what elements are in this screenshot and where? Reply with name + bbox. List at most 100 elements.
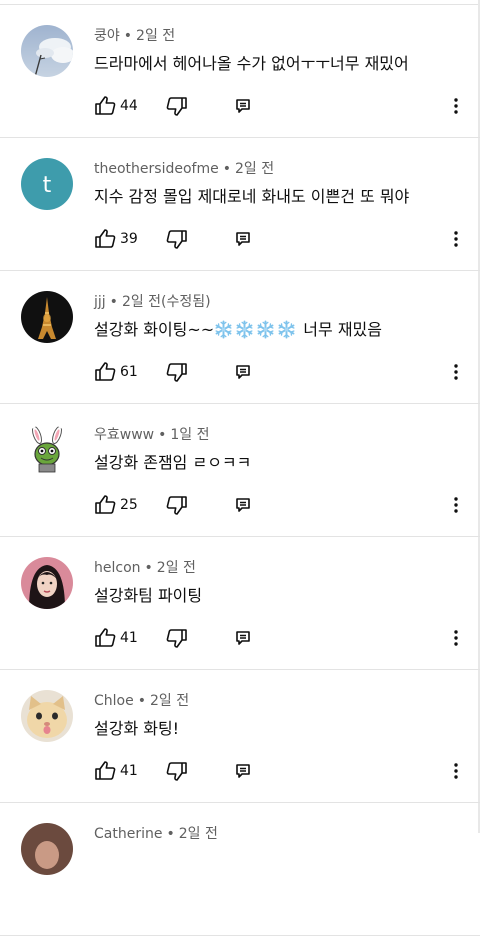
avatar[interactable] (21, 291, 73, 343)
reply-button[interactable] (234, 229, 252, 249)
thumbs-up-icon (95, 96, 116, 115)
comment-actions: 61 (94, 362, 464, 382)
comment-time: 1일 전 (170, 427, 210, 443)
like-button[interactable] (94, 495, 116, 515)
comment-actions: 41 (94, 628, 464, 648)
separator-dot: • (109, 294, 118, 310)
comment-list: 쿵야•2일 전 드라마에서 헤어나올 수가 없어ㅜㅜ너무 재밌어 44 t (0, 5, 480, 936)
like-button[interactable] (94, 362, 116, 382)
thumbs-up-icon (95, 362, 116, 381)
comment-author[interactable]: 쿵야 (94, 28, 120, 44)
comment-text-end: 너무 재밌음 (298, 320, 382, 339)
avatar[interactable]: t (21, 158, 73, 210)
comment-item: Catherine • 2일 전 (0, 803, 480, 936)
avatar[interactable] (21, 823, 73, 875)
comment-item: helcon • 2일 전 설강화팀 파이팅 41 (0, 537, 480, 670)
reply-button[interactable] (234, 628, 252, 648)
comment-text: 설강화 존잼임 ㄹㅇㅋㅋ (94, 453, 252, 472)
dislike-button[interactable] (166, 495, 188, 515)
like-button[interactable] (94, 229, 116, 249)
comment-meta: 우효www • 1일 전 (94, 424, 210, 444)
comment-time: 2일 전 (234, 161, 275, 177)
snowflake-emoji-icon (257, 320, 274, 339)
dislike-button[interactable] (166, 628, 188, 648)
comment-meta: Catherine • 2일 전 (94, 823, 218, 843)
reply-comment-icon (236, 365, 250, 379)
comment-author[interactable]: jjj (94, 294, 106, 310)
avatar[interactable] (21, 690, 73, 742)
more-options-button[interactable] (448, 628, 464, 648)
more-options-button[interactable] (448, 229, 464, 249)
more-options-button[interactable] (448, 96, 464, 116)
thumbs-up-icon (95, 229, 116, 248)
reply-button[interactable] (234, 96, 252, 116)
like-button[interactable] (94, 96, 116, 116)
thumbs-down-icon (166, 762, 187, 781)
snowflake-emoji-icon (215, 320, 232, 339)
comment-meta: 쿵야 • 2일 전 (94, 25, 175, 45)
reply-comment-icon (236, 498, 250, 512)
comment-text: 설강화 화팅! (94, 719, 180, 738)
more-vertical-icon (454, 630, 458, 646)
thumbs-down-icon (166, 230, 187, 249)
reply-comment-icon (236, 764, 250, 778)
comment-author[interactable]: helcon (94, 560, 141, 576)
comment-actions: 44 (94, 96, 464, 116)
comment-time: 2일 전 (136, 28, 176, 44)
comment-author[interactable]: Chloe (94, 693, 134, 709)
thumbs-up-icon (95, 628, 116, 647)
reply-button[interactable] (234, 495, 252, 515)
comment-time: 2일 전 (156, 560, 196, 576)
more-vertical-icon (454, 763, 458, 779)
thumbs-down-icon (166, 629, 187, 648)
dislike-button[interactable] (166, 96, 188, 116)
comment-item: jjj • 2일 전(수정됨) 설강화 화이팅~~ 너무 재밌음 61 (0, 271, 480, 404)
separator-dot: • (158, 427, 167, 443)
comment-actions: 25 (94, 495, 464, 515)
comment-item: Chloe • 2일 전 설강화 화팅! 41 (0, 670, 480, 803)
more-vertical-icon (454, 497, 458, 513)
comment-item: 우효www • 1일 전 설강화 존잼임 ㄹㅇㅋㅋ 25 (0, 404, 480, 537)
snowflake-emoji-icon (278, 320, 295, 339)
avatar-letter: t (43, 173, 52, 198)
reply-comment-icon (236, 631, 250, 645)
more-options-button[interactable] (448, 362, 464, 382)
snowflake-emoji-icon (236, 320, 253, 339)
comment-actions: 39 (94, 229, 464, 249)
reply-button[interactable] (234, 362, 252, 382)
comment-author[interactable]: 우효www (94, 427, 154, 443)
comment-item: t theothersideofme • 2일 전 지수 감정 몰입 제대로네 화내… (0, 138, 480, 271)
more-vertical-icon (454, 98, 458, 114)
comment-meta: Chloe • 2일 전 (94, 690, 189, 710)
separator-dot: • (144, 560, 153, 576)
more-vertical-icon (454, 231, 458, 247)
dislike-button[interactable] (166, 229, 188, 249)
comment-text: 설강화팀 파이팅 (94, 586, 203, 605)
reply-button[interactable] (234, 761, 252, 781)
like-count: 41 (120, 763, 138, 779)
comment-meta: jjj • 2일 전(수정됨) (94, 291, 211, 311)
dislike-button[interactable] (166, 362, 188, 382)
comment-text: 지수 감정 몰입 제대로네 화내도 이쁜건 또 뭐야 (94, 187, 410, 206)
dislike-button[interactable] (166, 761, 188, 781)
avatar[interactable] (21, 557, 73, 609)
comment-text: 드라마에서 헤어나올 수가 없어ㅜㅜ너무 재밌어 (94, 54, 409, 73)
separator-dot: • (222, 161, 231, 177)
separator-dot: • (123, 28, 133, 44)
comment-time: 2일 전 (178, 826, 218, 842)
comment-text: 설강화 화이팅~~ 너무 재밌음 (94, 316, 382, 340)
like-button[interactable] (94, 628, 116, 648)
comment-author[interactable]: theothersideofme (94, 161, 219, 177)
like-count: 44 (120, 98, 138, 114)
comment-actions: 41 (94, 761, 464, 781)
more-options-button[interactable] (448, 495, 464, 515)
reply-comment-icon (236, 232, 250, 246)
avatar[interactable] (21, 25, 73, 77)
like-count: 25 (120, 497, 138, 513)
comment-author[interactable]: Catherine (94, 826, 162, 842)
more-options-button[interactable] (448, 761, 464, 781)
reply-comment-icon (236, 99, 250, 113)
avatar[interactable] (21, 424, 73, 476)
thumbs-down-icon (166, 496, 187, 515)
like-button[interactable] (94, 761, 116, 781)
